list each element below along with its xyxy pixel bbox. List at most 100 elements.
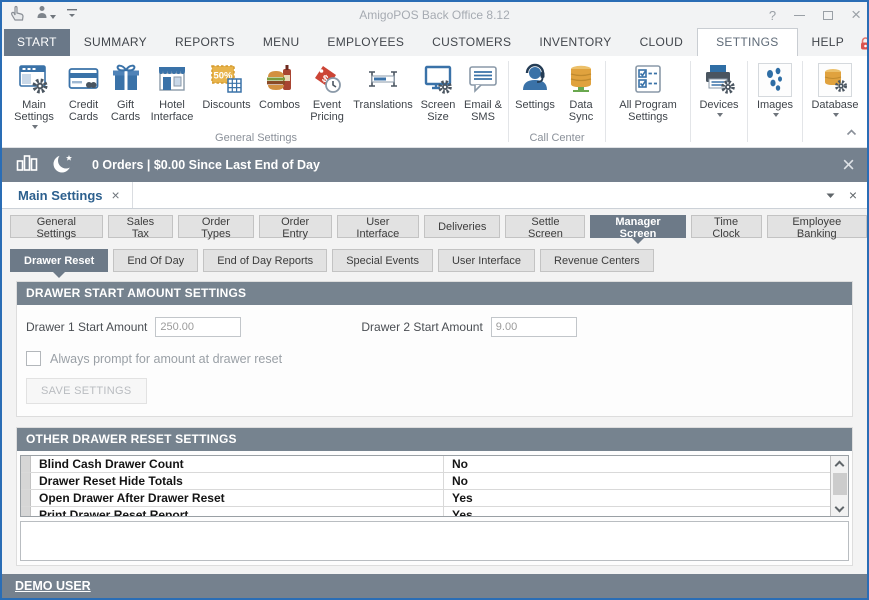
ribbon-button-screen-size[interactable]: Screen Size [416,59,460,123]
tab-end-of-day[interactable]: End Of Day [113,249,198,272]
setting-value[interactable]: Yes [443,507,848,517]
ribbon-button-label: Screen Size [418,99,458,123]
maximize-button[interactable] [823,11,833,20]
end-of-day-moon-icon[interactable] [52,152,76,179]
setting-value[interactable]: No [443,473,848,489]
orders-bar-close-icon[interactable]: × [842,155,855,175]
minimize-button[interactable] [794,15,805,16]
ribbon-tab-summary[interactable]: SUMMARY [70,29,161,56]
user-pin-icon[interactable] [36,5,56,25]
logged-in-user[interactable]: DEMO USER [15,579,91,593]
ribbon-group-devices: Devices [693,59,745,146]
ribbon-button-data-sync[interactable]: Data Sync [559,59,603,123]
tab-list-caret-icon[interactable] [826,186,835,204]
ribbon-group-separator [802,61,803,142]
customize-qat-icon[interactable] [66,6,78,24]
touch-mode-icon[interactable] [8,5,26,26]
ribbon-button-label: All Program Settings [610,99,686,123]
row-indicator [21,473,31,489]
app-window: AmigoPOS Back Office 8.12 ? × START SUMM… [0,0,869,600]
drawer2-start-amount-input[interactable] [491,317,577,337]
ribbon-button-hotel-interface[interactable]: Hotel Interface [146,59,198,123]
ribbon-tab-bar: START SUMMARY REPORTS MENU EMPLOYEES CUS… [2,28,867,56]
prompt-checkbox[interactable] [26,351,41,366]
ribbon-tab-cloud[interactable]: CLOUD [626,29,698,56]
ribbon-button-email-sms[interactable]: Email & SMS [460,59,506,123]
ribbon-tab-reports[interactable]: REPORTS [161,29,249,56]
ribbon-button-all-program-settings[interactable]: All Program Settings [608,59,688,123]
tab-settle-screen[interactable]: Settle Screen [505,215,585,238]
setting-name: Blind Cash Drawer Count [31,457,443,471]
tab-order-types[interactable]: Order Types [178,215,254,238]
ribbon-tab-inventory[interactable]: INVENTORY [525,29,625,56]
ribbon-button-gift-cards[interactable]: Gift Cards [105,59,146,123]
table-row[interactable]: Print Drawer Reset Report Yes [21,507,848,517]
tab-employee-banking[interactable]: Employee Banking [767,215,867,238]
scroll-down-icon[interactable] [831,502,848,516]
tab-deliveries[interactable]: Deliveries [424,215,500,238]
ribbon-button-images[interactable]: Images [750,59,800,118]
document-tab-main-settings[interactable]: Main Settings × [2,182,133,208]
tab-time-clock[interactable]: Time Clock [691,215,762,238]
table-row[interactable]: Blind Cash Drawer Count No [21,456,848,473]
setting-value[interactable]: No [443,456,848,472]
tab-drawer-reset[interactable]: Drawer Reset [10,249,108,272]
bar-chart-icon[interactable] [16,153,38,178]
ribbon-tab-start[interactable]: START [4,29,70,56]
ribbon-tab-settings[interactable]: SETTINGS [697,28,797,57]
tab-special-events[interactable]: Special Events [332,249,433,272]
ribbon-button-label: Gift Cards [107,99,144,123]
quick-access-toolbar [8,5,78,26]
drawer1-start-amount-input[interactable] [155,317,241,337]
tab-user-interface-2[interactable]: User Interface [438,249,535,272]
ribbon-tab-menu[interactable]: MENU [249,29,314,56]
ribbon-button-combos[interactable]: Combos [255,59,304,111]
ribbon-button-event-pricing[interactable]: $ Event Pricing [304,59,350,123]
window-title: AmigoPOS Back Office 8.12 [2,8,867,22]
status-bar: DEMO USER [2,574,867,598]
setting-value[interactable]: Yes [443,490,848,506]
scroll-up-icon[interactable] [831,456,848,470]
collapse-ribbon-icon[interactable] [846,123,857,141]
table-row[interactable]: Open Drawer After Drawer Reset Yes [21,490,848,507]
ribbon-button-credit-cards[interactable]: Credit Cards [62,59,105,123]
credit-cards-icon [68,61,100,97]
setting-name: Print Drawer Reset Report [31,508,443,517]
callcenter-settings-icon [519,61,551,97]
tab-user-interface[interactable]: User Interface [337,215,420,238]
ribbon-tab-help[interactable]: HELP [798,29,859,56]
ribbon-button-devices[interactable]: Devices [693,59,745,118]
ribbon-button-translations[interactable]: Translations [350,59,416,111]
ribbon-tab-customers[interactable]: CUSTOMERS [418,29,525,56]
tab-sales-tax[interactable]: Sales Tax [108,215,173,238]
ribbon-tab-employees[interactable]: EMPLOYEES [313,29,418,56]
tab-general-settings[interactable]: General Settings [10,215,103,238]
images-icon [758,63,792,97]
ribbon-button-callcenter-settings[interactable]: Settings [511,59,559,111]
ribbon-button-main-settings[interactable]: Main Settings [6,59,62,130]
settings-table: Blind Cash Drawer Count No Drawer Reset … [20,455,849,517]
ribbon-button-database[interactable]: Database [805,59,865,118]
prompt-checkbox-row: Always prompt for amount at drawer reset [17,343,852,368]
table-row[interactable]: Drawer Reset Hide Totals No [21,473,848,490]
table-scrollbar[interactable] [830,456,848,516]
combos-icon [264,61,296,97]
ribbon-button-label: Event Pricing [306,99,348,123]
settings-tab-row-1: General Settings Sales Tax Order Types O… [10,215,867,238]
tab-order-entry[interactable]: Order Entry [259,215,332,238]
discounts-icon: 50% [210,61,244,97]
ribbon: Main Settings Credit Cards Gift Cards Ho… [2,56,867,148]
tab-manager-screen[interactable]: Manager Screen [590,215,685,238]
save-settings-button[interactable]: SAVE SETTINGS [26,378,147,404]
close-button[interactable]: × [851,8,861,22]
ribbon-button-label: Main Settings [8,99,60,123]
document-tab-close-icon[interactable]: × [112,187,120,203]
tab-end-of-day-reports[interactable]: End of Day Reports [203,249,327,272]
tab-revenue-centers[interactable]: Revenue Centers [540,249,654,272]
help-button[interactable]: ? [769,8,776,23]
tab-strip-close-icon[interactable]: × [849,187,857,203]
lock-icon[interactable] [858,36,869,51]
database-caret-icon [833,113,839,120]
ribbon-button-discounts[interactable]: 50% Discounts [198,59,255,111]
scrollbar-thumb[interactable] [833,473,847,495]
